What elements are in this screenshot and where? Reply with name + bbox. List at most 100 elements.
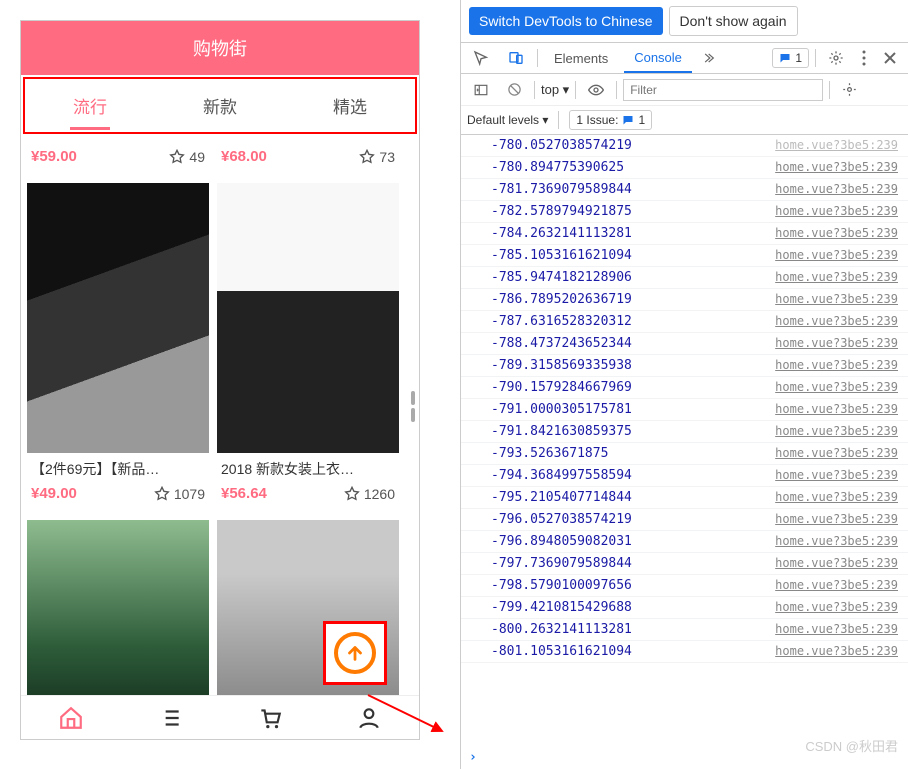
console-log-row[interactable]: -782.5789794921875 home.vue?3be5:239 [461,201,908,223]
log-source-link[interactable]: home.vue?3be5:239 [775,182,898,197]
issues-badge[interactable]: 1 Issue: 1 [569,110,652,130]
product-image [27,520,209,696]
tab-elements[interactable]: Elements [544,45,618,72]
log-value: -797.7369079589844 [491,556,632,571]
console-log-row[interactable]: -780.894775390625 home.vue?3be5:239 [461,157,908,179]
product-card[interactable] [27,520,209,696]
more-tabs-icon[interactable] [698,47,724,69]
product-list[interactable]: ¥59.00 49 ¥68.00 73 [21,136,419,696]
console-log-row[interactable]: -785.9474182128906home.vue?3be5:239 [461,267,908,289]
log-source-link[interactable]: home.vue?3be5:239 [775,424,898,439]
settings-icon[interactable] [822,46,850,70]
nav-cart[interactable] [220,696,320,739]
log-levels-selector[interactable]: Default levels ▾ [467,113,548,127]
nav-home[interactable] [21,696,121,739]
console-log-row[interactable]: -800.2632141113281 home.vue?3be5:239 [461,619,908,641]
more-icon[interactable] [856,46,872,70]
product-card[interactable]: ¥68.00 73 [217,142,399,175]
device-toggle-icon[interactable] [501,46,531,70]
dont-show-again-button[interactable]: Don't show again [669,6,798,36]
log-source-link[interactable]: home.vue?3be5:239 [775,402,898,417]
console-log-row[interactable]: -791.0000305175781home.vue?3be5:239 [461,399,908,421]
log-source-link[interactable]: home.vue?3be5:239 [775,644,898,659]
log-source-link[interactable]: home.vue?3be5:239 [775,292,898,307]
console-log-row[interactable]: -781.7369079589844home.vue?3be5:239 [461,179,908,201]
console-log-row[interactable]: -789.3158569335938home.vue?3be5:239 [461,355,908,377]
console-log-row[interactable]: -785.1053161621094home.vue?3be5:239 [461,245,908,267]
tab-popular[interactable]: 流行 [25,79,155,132]
log-source-link[interactable]: home.vue?3be5:239 [775,446,898,461]
log-source-link[interactable]: home.vue?3be5:239 [775,270,898,285]
live-expression-icon[interactable] [582,80,610,100]
console-log-row[interactable]: -794.3684997558594home.vue?3be5:239 [461,465,908,487]
sidebar-toggle-icon[interactable] [467,79,495,101]
console-log-row[interactable]: -798.5790100097656home.vue?3be5:239 [461,575,908,597]
console-log-row[interactable]: -793.5263671875 home.vue?3be5:239 [461,443,908,465]
log-source-link[interactable]: home.vue?3be5:239 [775,600,898,615]
log-source-link[interactable]: home.vue?3be5:239 [775,138,898,153]
context-selector[interactable]: top ▾ [541,82,569,98]
star-icon [359,149,375,165]
price-label: ¥68.00 [221,148,267,165]
log-source-link[interactable]: home.vue?3be5:239 [775,358,898,373]
log-source-link[interactable]: home.vue?3be5:239 [775,204,898,219]
messages-badge[interactable]: 1 [772,48,809,68]
price-label: ¥59.00 [31,148,77,165]
log-source-link[interactable]: home.vue?3be5:239 [775,534,898,549]
user-icon [356,705,382,731]
log-value: -782.5789794921875 [491,204,632,219]
console-log-row[interactable]: -791.8421630859375home.vue?3be5:239 [461,421,908,443]
log-value: -787.6316528320312 [491,314,632,329]
switch-language-button[interactable]: Switch DevTools to Chinese [469,7,663,35]
console-log-row[interactable]: -786.7895202636719home.vue?3be5:239 [461,289,908,311]
inspect-icon[interactable] [467,46,495,70]
log-value: -780.894775390625 [491,160,624,175]
console-prompt[interactable]: › [461,746,908,769]
console-log-row[interactable]: -790.1579284667969home.vue?3be5:239 [461,377,908,399]
close-icon[interactable] [878,48,902,68]
log-value: -788.4737243652344 [491,336,632,351]
product-title: 2018 新款女装上衣… [217,453,399,479]
log-source-link[interactable]: home.vue?3be5:239 [775,490,898,505]
tab-console[interactable]: Console [624,44,692,73]
console-log-row[interactable]: -799.4210815429688home.vue?3be5:239 [461,597,908,619]
log-source-link[interactable]: home.vue?3be5:239 [775,578,898,593]
console-log-row[interactable]: -796.0527038574219home.vue?3be5:239 [461,509,908,531]
console-log-row[interactable]: -796.8948059082031 home.vue?3be5:239 [461,531,908,553]
tab-new[interactable]: 新款 [155,79,285,132]
back-to-top-button[interactable] [323,621,387,685]
console-settings-icon[interactable] [836,78,863,101]
console-log-row[interactable]: -795.2105407714844home.vue?3be5:239 [461,487,908,509]
nav-category[interactable] [121,696,221,739]
log-source-link[interactable]: home.vue?3be5:239 [775,160,898,175]
product-card[interactable]: 【2件69元】【新品… ¥49.00 1079 [27,183,209,512]
log-source-link[interactable]: home.vue?3be5:239 [775,336,898,351]
log-source-link[interactable]: home.vue?3be5:239 [775,468,898,483]
log-source-link[interactable]: home.vue?3be5:239 [775,622,898,637]
arrow-up-icon [344,642,366,664]
fav-count: 1079 [154,486,205,502]
log-source-link[interactable]: home.vue?3be5:239 [775,314,898,329]
log-source-link[interactable]: home.vue?3be5:239 [775,248,898,263]
log-value: -800.2632141113281 [491,622,632,637]
console-log-row[interactable]: -787.6316528320312 home.vue?3be5:239 [461,311,908,333]
product-card[interactable]: ¥59.00 49 [27,142,209,175]
console-log-row[interactable]: -788.4737243652344 home.vue?3be5:239 [461,333,908,355]
clear-console-icon[interactable] [501,78,528,101]
log-value: -793.5263671875 [491,446,608,461]
console-log-row[interactable]: -780.0527038574219home.vue?3be5:239 [461,135,908,157]
nav-profile[interactable] [320,696,420,739]
log-source-link[interactable]: home.vue?3be5:239 [775,226,898,241]
tab-featured[interactable]: 精选 [285,79,415,132]
log-source-link[interactable]: home.vue?3be5:239 [775,380,898,395]
log-value: -796.8948059082031 [491,534,632,549]
console-log-row[interactable]: -801.1053161621094home.vue?3be5:239 [461,641,908,663]
product-card[interactable]: 2018 新款女装上衣… ¥56.64 1260 [217,183,399,512]
console-log-row[interactable]: -797.7369079589844 home.vue?3be5:239 [461,553,908,575]
log-source-link[interactable]: home.vue?3be5:239 [775,512,898,527]
filter-input[interactable] [623,79,823,101]
console-log-row[interactable]: -784.2632141113281home.vue?3be5:239 [461,223,908,245]
bottom-nav [21,695,419,739]
log-source-link[interactable]: home.vue?3be5:239 [775,556,898,571]
console-output[interactable]: -780.0527038574219home.vue?3be5:239-780.… [461,135,908,746]
